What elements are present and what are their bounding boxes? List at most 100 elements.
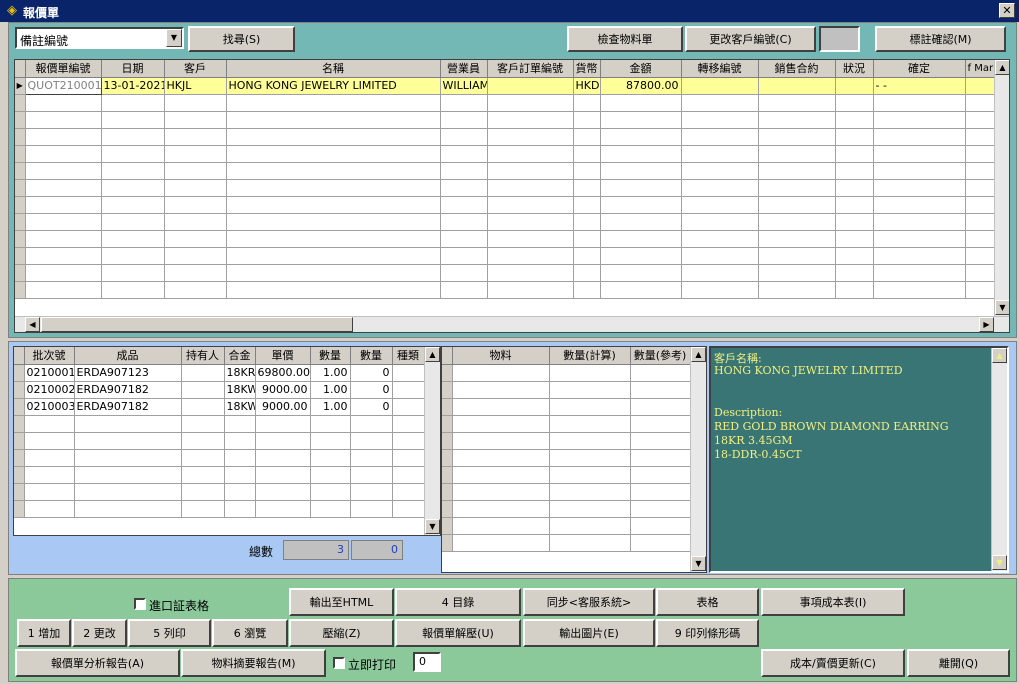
empty-cell[interactable] bbox=[873, 213, 966, 231]
empty-cell[interactable] bbox=[101, 128, 165, 146]
empty-cell[interactable] bbox=[873, 230, 966, 248]
col-currency[interactable]: 貨幣 bbox=[573, 60, 601, 78]
empty-cell[interactable] bbox=[965, 247, 995, 265]
empty-cell[interactable] bbox=[226, 179, 441, 197]
empty-cell[interactable] bbox=[164, 247, 227, 265]
empty-cell[interactable] bbox=[226, 247, 441, 265]
empty-cell[interactable] bbox=[873, 264, 966, 282]
empty-cell[interactable] bbox=[226, 196, 441, 214]
empty-cell[interactable] bbox=[758, 111, 836, 129]
cell-holder[interactable] bbox=[181, 381, 225, 399]
empty-cell[interactable] bbox=[440, 196, 488, 214]
cell-lot[interactable]: 0210001 bbox=[24, 364, 75, 382]
empty-cell[interactable] bbox=[835, 281, 874, 299]
empty-cell[interactable] bbox=[573, 230, 601, 248]
empty-cell[interactable] bbox=[600, 230, 682, 248]
lot-row[interactable]: 0210003 ERDA907182 18KW 9000.00 1.00 0 bbox=[14, 398, 425, 416]
empty-row[interactable] bbox=[15, 111, 995, 129]
empty-row[interactable] bbox=[442, 364, 691, 382]
col-quote-no[interactable]: 報價單編號 bbox=[25, 60, 102, 78]
empty-cell[interactable] bbox=[681, 145, 759, 163]
empty-cell[interactable] bbox=[310, 483, 351, 501]
empty-cell[interactable] bbox=[350, 483, 393, 501]
cell-qty[interactable]: 1.00 bbox=[310, 381, 351, 399]
empty-cell[interactable] bbox=[392, 415, 425, 433]
empty-cell[interactable] bbox=[392, 449, 425, 467]
empty-cell[interactable] bbox=[758, 264, 836, 282]
empty-cell[interactable] bbox=[440, 128, 488, 146]
col-material[interactable]: 物料 bbox=[452, 347, 550, 365]
empty-cell[interactable] bbox=[835, 162, 874, 180]
lot-row[interactable]: 0210001 ERDA907123 18KR 69800.00 1.00 0 bbox=[14, 364, 425, 382]
empty-row[interactable] bbox=[14, 483, 425, 501]
empty-cell[interactable] bbox=[101, 179, 165, 197]
empty-cell[interactable] bbox=[181, 500, 225, 518]
empty-row[interactable] bbox=[15, 196, 995, 214]
empty-cell[interactable] bbox=[440, 145, 488, 163]
empty-cell[interactable] bbox=[164, 162, 227, 180]
empty-cell[interactable] bbox=[74, 500, 182, 518]
cell-kind[interactable] bbox=[392, 398, 425, 416]
empty-cell[interactable] bbox=[487, 196, 574, 214]
close-icon[interactable]: ✕ bbox=[999, 3, 1015, 18]
catalog-button[interactable]: 4 目錄 bbox=[395, 588, 521, 616]
empty-row[interactable] bbox=[15, 162, 995, 180]
empty-cell[interactable] bbox=[350, 449, 393, 467]
empty-cell[interactable] bbox=[255, 483, 311, 501]
empty-cell[interactable] bbox=[681, 264, 759, 282]
empty-cell[interactable] bbox=[630, 483, 691, 501]
empty-cell[interactable] bbox=[74, 483, 182, 501]
cell-product[interactable]: ERDA907123 bbox=[74, 364, 182, 382]
empty-cell[interactable] bbox=[226, 213, 441, 231]
cell-price[interactable]: 9000.00 bbox=[255, 398, 311, 416]
col-qty-calc[interactable]: 數量(計算) bbox=[549, 347, 631, 365]
empty-cell[interactable] bbox=[965, 128, 995, 146]
browse-button[interactable]: 6 瀏覽 bbox=[212, 619, 288, 647]
cell-salesman[interactable]: WILLIAM bbox=[440, 77, 488, 95]
empty-row[interactable] bbox=[442, 534, 691, 552]
add-button[interactable]: 1 增加 bbox=[17, 619, 71, 647]
empty-cell[interactable] bbox=[25, 281, 102, 299]
empty-cell[interactable] bbox=[452, 381, 550, 399]
empty-cell[interactable] bbox=[965, 111, 995, 129]
search-field-dropdown[interactable]: 備註編號 ▼ bbox=[15, 27, 184, 49]
empty-row[interactable] bbox=[442, 449, 691, 467]
empty-cell[interactable] bbox=[164, 281, 227, 299]
empty-cell[interactable] bbox=[630, 500, 691, 518]
empty-cell[interactable] bbox=[965, 196, 995, 214]
cost-table-button[interactable]: 事項成本表(I) bbox=[761, 588, 905, 616]
empty-cell[interactable] bbox=[549, 466, 631, 484]
cell-f-mar[interactable] bbox=[965, 77, 995, 95]
cell-qty[interactable]: 1.00 bbox=[310, 364, 351, 382]
cell-name[interactable]: HONG KONG JEWELRY LIMITED bbox=[226, 77, 441, 95]
empty-cell[interactable] bbox=[549, 483, 631, 501]
empty-cell[interactable] bbox=[600, 94, 682, 112]
empty-cell[interactable] bbox=[873, 128, 966, 146]
col-po-no[interactable]: 客戶訂單編號 bbox=[487, 60, 574, 78]
empty-cell[interactable] bbox=[25, 162, 102, 180]
empty-cell[interactable] bbox=[164, 230, 227, 248]
empty-cell[interactable] bbox=[487, 145, 574, 163]
cell-alloy[interactable]: 18KW bbox=[224, 381, 256, 399]
empty-cell[interactable] bbox=[255, 449, 311, 467]
scroll-down-icon[interactable]: ▼ bbox=[425, 519, 440, 534]
empty-row[interactable] bbox=[442, 500, 691, 518]
empty-cell[interactable] bbox=[681, 281, 759, 299]
empty-cell[interactable] bbox=[164, 111, 227, 129]
empty-cell[interactable] bbox=[181, 449, 225, 467]
col-lot[interactable]: 批次號 bbox=[24, 347, 75, 365]
empty-cell[interactable] bbox=[452, 517, 550, 535]
scroll-up-icon[interactable]: ▲ bbox=[995, 60, 1009, 75]
empty-cell[interactable] bbox=[25, 264, 102, 282]
chevron-down-icon[interactable]: ▼ bbox=[166, 29, 182, 47]
scroll-left-icon[interactable]: ◀ bbox=[25, 317, 40, 332]
empty-cell[interactable] bbox=[873, 145, 966, 163]
cell-amount[interactable]: 87800.00 bbox=[600, 77, 682, 95]
empty-cell[interactable] bbox=[549, 500, 631, 518]
col-qty2[interactable]: 數量 bbox=[350, 347, 393, 365]
cell-lot[interactable]: 0210003 bbox=[24, 398, 75, 416]
empty-cell[interactable] bbox=[74, 432, 182, 450]
empty-cell[interactable] bbox=[101, 196, 165, 214]
col-salesman[interactable]: 營業員 bbox=[440, 60, 488, 78]
empty-cell[interactable] bbox=[224, 415, 256, 433]
